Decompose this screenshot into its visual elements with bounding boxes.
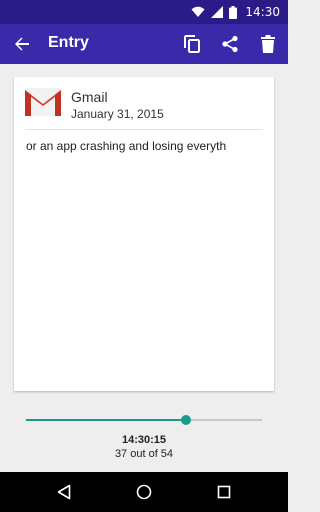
wifi-icon bbox=[191, 6, 205, 17]
app-bar: Entry bbox=[0, 24, 288, 64]
navigation-bar bbox=[0, 472, 288, 512]
status-icons: 14:30 bbox=[191, 0, 280, 24]
circle-home-icon bbox=[136, 484, 152, 500]
battery-icon bbox=[229, 5, 238, 19]
timeline-slider[interactable] bbox=[26, 413, 262, 427]
copy-icon bbox=[184, 35, 200, 53]
gmail-logo-icon bbox=[25, 88, 61, 116]
entry-card: Gmail January 31, 2015 or an app crashin… bbox=[14, 77, 274, 391]
status-time: 14:30 bbox=[245, 5, 280, 19]
share-button[interactable] bbox=[216, 30, 244, 58]
timeline-time: 14:30:15 bbox=[121, 434, 167, 446]
triangle-back-icon bbox=[57, 484, 71, 500]
nav-recents-button[interactable] bbox=[212, 480, 236, 504]
status-bar: 14:30 bbox=[0, 0, 288, 24]
nav-back-button[interactable] bbox=[52, 480, 76, 504]
slider-thumb[interactable] bbox=[181, 415, 192, 425]
timeline-count: 37 out of 54 bbox=[114, 448, 174, 460]
app-bar-actions bbox=[178, 30, 282, 58]
arrow-back-icon bbox=[15, 37, 29, 51]
square-recents-icon bbox=[217, 485, 231, 499]
copy-button[interactable] bbox=[178, 30, 206, 58]
entry-app-name: Gmail bbox=[71, 89, 108, 105]
entry-text: or an app crashing and losing everyth bbox=[26, 139, 227, 153]
entry-date: January 31, 2015 bbox=[71, 107, 164, 121]
slider-fill bbox=[26, 419, 187, 421]
trash-icon bbox=[261, 35, 275, 53]
cell-signal-icon bbox=[211, 6, 224, 18]
back-button[interactable] bbox=[8, 30, 36, 58]
page-title: Entry bbox=[48, 34, 89, 51]
share-icon bbox=[222, 35, 238, 53]
nav-home-button[interactable] bbox=[132, 480, 156, 504]
delete-button[interactable] bbox=[254, 30, 282, 58]
divider bbox=[25, 129, 263, 130]
